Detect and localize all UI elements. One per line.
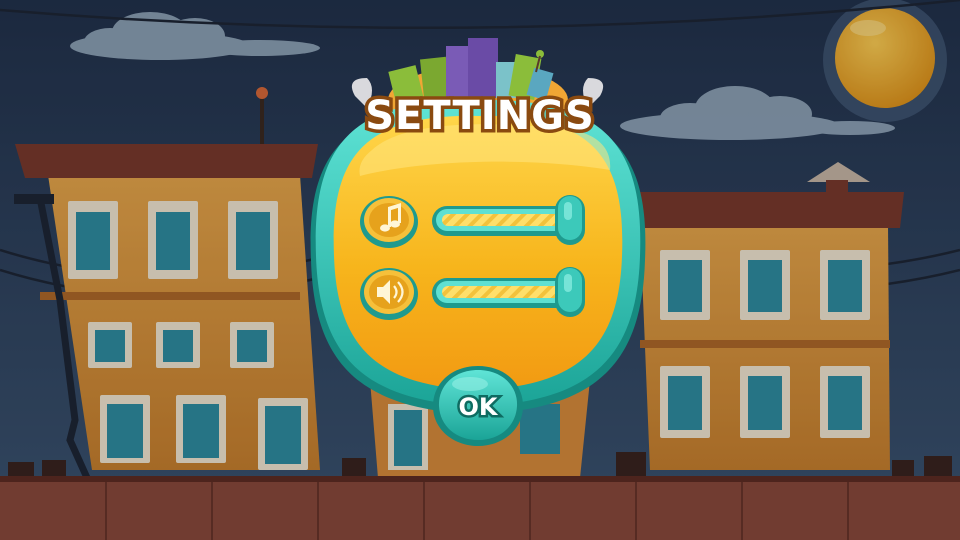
music-toggle-button[interactable]	[360, 196, 418, 248]
sound-slider-handle[interactable]	[555, 267, 585, 317]
music-slider-handle[interactable]	[555, 195, 585, 245]
game-scene: SETTINGS OK	[0, 0, 960, 540]
sound-toggle-button[interactable]	[360, 268, 418, 320]
ok-button[interactable]: OK	[432, 366, 524, 446]
music-slider-fill	[442, 214, 570, 226]
sound-slider-fill	[442, 286, 570, 298]
dialog-title: SETTINGS	[365, 93, 595, 139]
ok-label: OK	[459, 393, 499, 421]
